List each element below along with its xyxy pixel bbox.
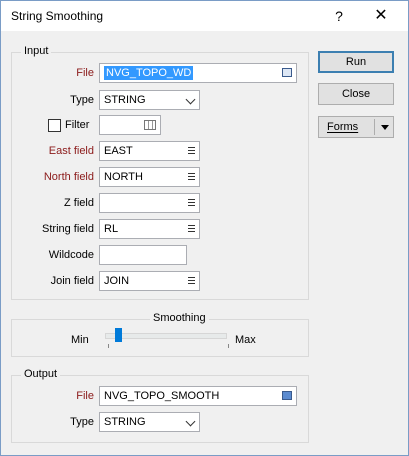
filter-field[interactable] — [99, 115, 161, 135]
dropdown-arrow-icon[interactable] — [381, 125, 389, 130]
east-field-input[interactable]: EAST — [99, 141, 200, 161]
field-list-icon[interactable] — [188, 225, 195, 233]
file-browse-icon[interactable] — [282, 68, 292, 77]
output-file-value: NVG_TOPO_SMOOTH — [104, 390, 220, 402]
filter-checkbox[interactable] — [48, 119, 61, 132]
input-file-field[interactable]: NVG_TOPO_WD — [99, 63, 297, 83]
smoothing-min-label: Min — [71, 334, 89, 346]
run-button[interactable]: Run — [318, 51, 394, 73]
join-field-value: JOIN — [104, 275, 130, 287]
smoothing-group-title: Smoothing — [150, 312, 209, 324]
help-button[interactable]: ? — [319, 1, 359, 31]
output-type-select[interactable]: STRING — [99, 412, 200, 432]
east-field-label: East field — [48, 145, 94, 157]
wildcode-input[interactable] — [99, 245, 187, 265]
file-browse-icon[interactable] — [282, 391, 292, 400]
wildcode-label: Wildcode — [48, 249, 94, 261]
string-smoothing-dialog: String Smoothing ? ✕ Input File NVG_TOPO… — [0, 0, 409, 456]
z-field-input[interactable] — [99, 193, 200, 213]
smoothing-slider-thumb[interactable] — [114, 328, 122, 342]
input-type-label: Type — [70, 94, 94, 106]
join-field-input[interactable]: JOIN — [99, 271, 200, 291]
input-group-title: Input — [21, 45, 52, 57]
close-window-button[interactable]: ✕ — [361, 1, 401, 31]
string-field-value: RL — [104, 223, 119, 235]
slider-tick — [108, 344, 109, 348]
field-list-icon[interactable] — [188, 147, 195, 155]
join-field-label: Join field — [50, 275, 94, 287]
forms-separator — [374, 119, 375, 135]
field-list-icon[interactable] — [188, 173, 195, 181]
input-file-label: File — [76, 67, 94, 79]
output-type-value: STRING — [104, 416, 146, 428]
string-field-label: String field — [42, 223, 94, 235]
close-button[interactable]: Close — [318, 83, 394, 105]
input-type-value: STRING — [104, 94, 146, 106]
output-file-label: File — [76, 390, 94, 402]
smoothing-slider-track[interactable] — [105, 333, 227, 339]
smoothing-max-label: Max — [235, 334, 256, 346]
north-field-label: North field — [43, 171, 94, 183]
east-field-value: EAST — [104, 145, 133, 157]
table-icon[interactable] — [144, 120, 156, 130]
chevron-down-icon — [185, 94, 196, 105]
north-field-input[interactable]: NORTH — [99, 167, 200, 187]
filter-label: Filter — [65, 119, 90, 131]
output-group-title: Output — [21, 368, 61, 380]
string-field-input[interactable]: RL — [99, 219, 200, 239]
field-list-icon[interactable] — [188, 199, 195, 207]
output-file-field[interactable]: NVG_TOPO_SMOOTH — [99, 386, 297, 406]
title-bar: String Smoothing ? ✕ — [1, 1, 408, 31]
output-type-label: Type — [70, 416, 94, 428]
input-type-select[interactable]: STRING — [99, 90, 200, 110]
forms-label: Forms — [327, 121, 359, 133]
z-field-label: Z field — [64, 197, 94, 209]
slider-tick — [228, 344, 229, 348]
input-file-value: NVG_TOPO_WD — [104, 66, 194, 80]
forms-button[interactable]: Forms — [318, 116, 394, 138]
north-field-value: NORTH — [104, 171, 143, 183]
window-title: String Smoothing — [11, 9, 104, 23]
field-list-icon[interactable] — [188, 277, 195, 285]
chevron-down-icon — [185, 416, 196, 427]
